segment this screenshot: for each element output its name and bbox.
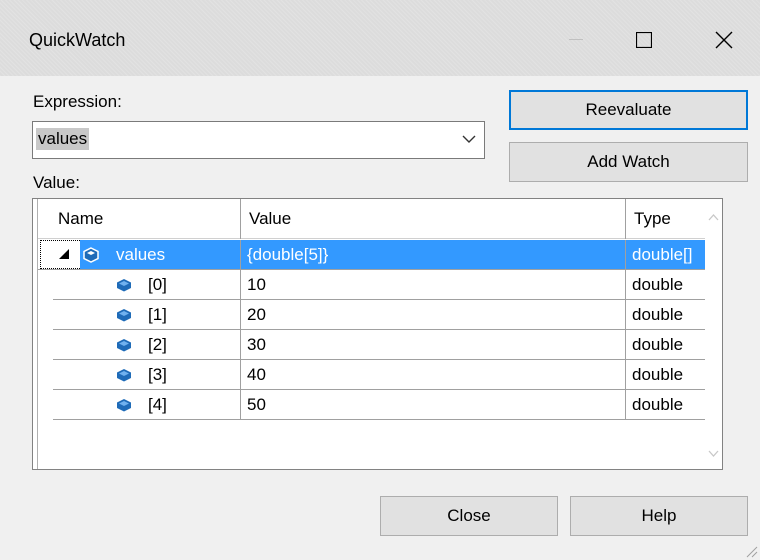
column-header-type-label: Type (634, 209, 671, 228)
close-button-label: Close (447, 506, 491, 525)
add-watch-button[interactable]: Add Watch (509, 142, 748, 182)
row-value-cell: 20 (241, 300, 626, 330)
table-row[interactable]: [2] 30 double (38, 330, 715, 360)
vertical-scrollbar[interactable] (705, 199, 722, 469)
table-row[interactable]: [4] 50 double (38, 390, 715, 420)
close-button[interactable]: Close (380, 496, 558, 536)
field-icon (117, 339, 131, 352)
row-name-cell: [4] (53, 390, 241, 420)
expression-label: Expression: (33, 92, 122, 111)
table-row[interactable]: [1] 20 double (38, 300, 715, 330)
row-value-cell: 30 (241, 330, 626, 360)
scroll-up-icon[interactable] (708, 214, 719, 221)
maximize-button[interactable] (624, 20, 664, 60)
row-type-cell: double (626, 270, 715, 300)
table-row[interactable]: [0] 10 double (38, 270, 715, 300)
row-name-cell: [0] (53, 270, 241, 300)
column-header-value[interactable]: Value (241, 199, 626, 239)
row-name-text: [1] (148, 305, 167, 324)
maximize-icon (636, 32, 652, 48)
row-value-cell: {double[5]} (241, 240, 626, 270)
close-window-button[interactable] (704, 20, 744, 60)
minimize-icon (569, 39, 583, 40)
row-name-text: values (116, 245, 166, 264)
column-header-value-label: Value (249, 209, 292, 228)
column-header-type[interactable]: Type (626, 199, 715, 239)
minimize-button[interactable] (556, 20, 596, 60)
help-button-label: Help (641, 506, 677, 525)
row-name-text: [0] (148, 275, 167, 294)
help-button[interactable]: Help (570, 496, 748, 536)
field-icon (117, 369, 131, 382)
reevaluate-button[interactable]: Reevaluate (509, 90, 748, 130)
title-bar: QuickWatch (0, 0, 760, 76)
row-value-cell: 40 (241, 360, 626, 390)
window-title: QuickWatch (29, 30, 126, 50)
row-value-cell: 50 (241, 390, 626, 420)
row-name-cell: [1] (53, 300, 241, 330)
close-icon (715, 31, 733, 49)
field-icon (117, 309, 131, 322)
grid-header: Name Value Type (38, 199, 715, 239)
row-name-cell: values (38, 240, 241, 270)
field-icon (117, 399, 131, 412)
row-name-text: [2] (148, 335, 167, 354)
table-row[interactable]: values {double[5]} double[] (38, 240, 715, 270)
row-name-cell: [3] (53, 360, 241, 390)
reevaluate-button-label: Reevaluate (585, 100, 672, 119)
chevron-down-icon[interactable] (462, 134, 476, 144)
watch-grid[interactable]: Name Value Type values {double[5]} doubl… (32, 198, 723, 470)
row-name-text: [3] (148, 365, 167, 384)
field-icon (117, 279, 131, 292)
field-object-icon (83, 247, 99, 263)
expression-combobox[interactable]: values (32, 121, 485, 159)
row-type-cell: double[] (626, 240, 715, 270)
column-header-name-label: Name (58, 209, 104, 228)
row-type-cell: double (626, 390, 715, 420)
column-header-name[interactable]: Name (38, 199, 241, 239)
table-row[interactable]: [3] 40 double (38, 360, 715, 390)
expression-input[interactable]: values (36, 128, 90, 150)
collapse-triangle-icon[interactable] (58, 248, 70, 260)
row-type-cell: double (626, 360, 715, 390)
row-name-text: [4] (148, 395, 167, 414)
scroll-down-icon[interactable] (708, 450, 719, 457)
row-type-cell: double (626, 300, 715, 330)
resize-grip-icon[interactable] (744, 544, 758, 558)
row-name-cell: [2] (53, 330, 241, 360)
add-watch-button-label: Add Watch (587, 152, 670, 171)
row-type-cell: double (626, 330, 715, 360)
value-label: Value: (33, 173, 80, 192)
row-value-cell: 10 (241, 270, 626, 300)
